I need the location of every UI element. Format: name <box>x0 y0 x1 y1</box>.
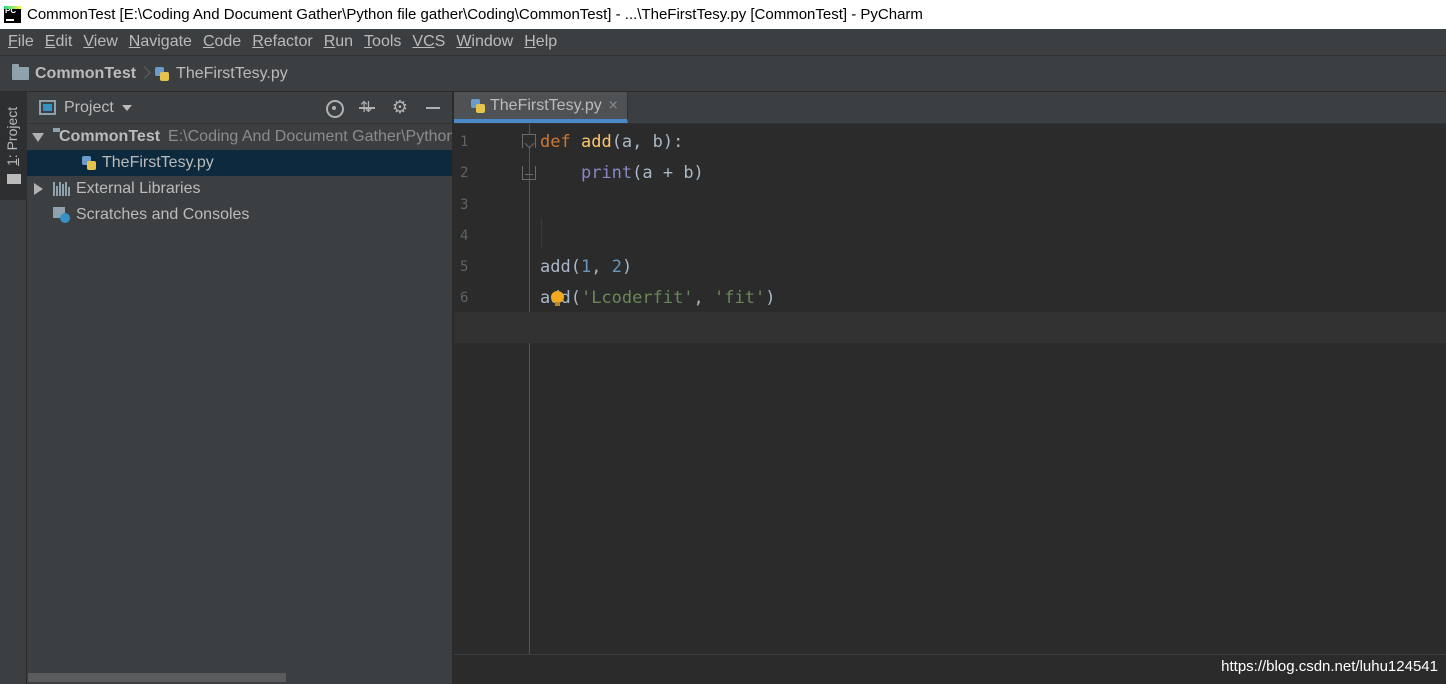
python-file-icon <box>154 66 170 82</box>
menu-run[interactable]: Run <box>324 33 353 51</box>
collapsed-arrow-icon[interactable] <box>34 183 43 195</box>
code-line-6: add('Lcoderfit', 'fit') <box>540 288 776 308</box>
tree-file-name: TheFirstTesy.py <box>102 154 214 171</box>
menu-code[interactable]: Code <box>203 33 241 51</box>
breadcrumb-file[interactable]: TheFirstTesy.py <box>176 65 288 83</box>
horizontal-scrollbar[interactable] <box>28 673 286 682</box>
breadcrumb: CommonTest TheFirstTesy.py <box>0 56 1446 92</box>
editor-bottom-area: https://blog.csdn.net/luhu124541 <box>454 654 1446 684</box>
indent-guide <box>541 218 542 248</box>
breadcrumb-project[interactable]: CommonTest <box>35 65 136 83</box>
tree-item-file[interactable]: TheFirstTesy.py <box>27 150 452 176</box>
menu-window[interactable]: Window <box>456 33 513 51</box>
line-number: 4 <box>460 228 469 244</box>
tree-item-root[interactable]: CommonTest E:\Coding And Document Gather… <box>27 124 452 150</box>
tree-external-libraries-label: External Libraries <box>76 180 201 197</box>
chevron-down-icon[interactable] <box>121 104 132 111</box>
project-tool-label: : Project <box>4 106 20 159</box>
caret-row-highlight <box>454 312 1446 343</box>
window-title: CommonTest [E:\Coding And Document Gathe… <box>27 6 923 23</box>
menu-vcs[interactable]: VCS <box>412 33 445 51</box>
folder-icon <box>7 174 21 184</box>
menu-bar: File Edit View Navigate Code Refactor Ru… <box>0 29 1446 56</box>
code-editor[interactable]: def add(a, b): print(a + b) add(1, 2) ad… <box>454 124 1446 654</box>
project-view-selector[interactable]: Project <box>64 99 114 117</box>
locate-file-icon[interactable] <box>323 97 345 119</box>
line-number: 6 <box>460 290 469 306</box>
tab-label: TheFirstTesy.py <box>490 96 602 114</box>
expand-arrow-icon[interactable] <box>32 132 44 142</box>
tool-window-stripe: 1: Project <box>0 92 27 684</box>
menu-edit[interactable]: Edit <box>45 33 73 51</box>
project-view-icon <box>39 100 56 115</box>
tree-item-scratches[interactable]: Scratches and Consoles <box>27 202 452 228</box>
python-file-icon <box>81 155 97 171</box>
tree-scratches-label: Scratches and Consoles <box>76 206 250 223</box>
close-icon[interactable]: × <box>608 98 619 113</box>
project-tool-button[interactable]: 1: Project <box>0 92 27 200</box>
project-tree: CommonTest E:\Coding And Document Gather… <box>27 124 452 228</box>
line-number-gutter[interactable]: 1 2 3 4 5 6 7 <box>454 124 536 654</box>
line-number: 2 <box>460 165 469 181</box>
window-title-bar: PC CommonTest [E:\Coding And Document Ga… <box>0 0 1446 29</box>
line-number: 1 <box>460 134 469 150</box>
scratches-icon <box>53 207 71 223</box>
project-panel: Project CommonTest E:\Coding And Documen… <box>27 92 453 684</box>
menu-view[interactable]: View <box>83 33 117 51</box>
menu-refactor[interactable]: Refactor <box>252 33 312 51</box>
watermark: https://blog.csdn.net/luhu124541 <box>1221 658 1438 675</box>
pycharm-logo-icon: PC <box>4 6 21 23</box>
tree-root-name: CommonTest <box>59 128 161 145</box>
chevron-right-icon <box>140 64 150 84</box>
menu-navigate[interactable]: Navigate <box>129 33 192 51</box>
menu-help[interactable]: Help <box>524 33 557 51</box>
library-icon <box>53 182 71 196</box>
gear-icon[interactable] <box>389 97 411 119</box>
python-file-icon <box>470 98 486 114</box>
code-line-2: print(a + b) <box>580 163 704 183</box>
editor-tab-bar: TheFirstTesy.py × <box>454 92 1446 124</box>
menu-file[interactable]: File <box>8 33 34 51</box>
collapse-all-icon[interactable] <box>356 96 378 119</box>
intention-bulb-icon[interactable] <box>551 291 564 307</box>
tree-item-external-libraries[interactable]: External Libraries <box>27 176 452 202</box>
minimize-icon[interactable] <box>422 97 444 119</box>
tab-thefirsttesy[interactable]: TheFirstTesy.py × <box>454 92 628 123</box>
tree-root-path: E:\Coding And Document Gather\Python fil… <box>168 128 452 145</box>
line-number: 3 <box>460 197 469 213</box>
menu-tools[interactable]: Tools <box>364 33 401 51</box>
project-panel-header: Project <box>27 92 452 124</box>
line-number: 5 <box>460 259 469 275</box>
folder-icon <box>12 64 29 80</box>
code-line-5: add(1, 2) <box>540 257 633 277</box>
editor: TheFirstTesy.py × 1 2 3 4 5 6 7 def add(… <box>454 92 1446 684</box>
project-tool-number: 1 <box>4 158 20 166</box>
code-line-1: def add(a, b): <box>540 132 684 152</box>
